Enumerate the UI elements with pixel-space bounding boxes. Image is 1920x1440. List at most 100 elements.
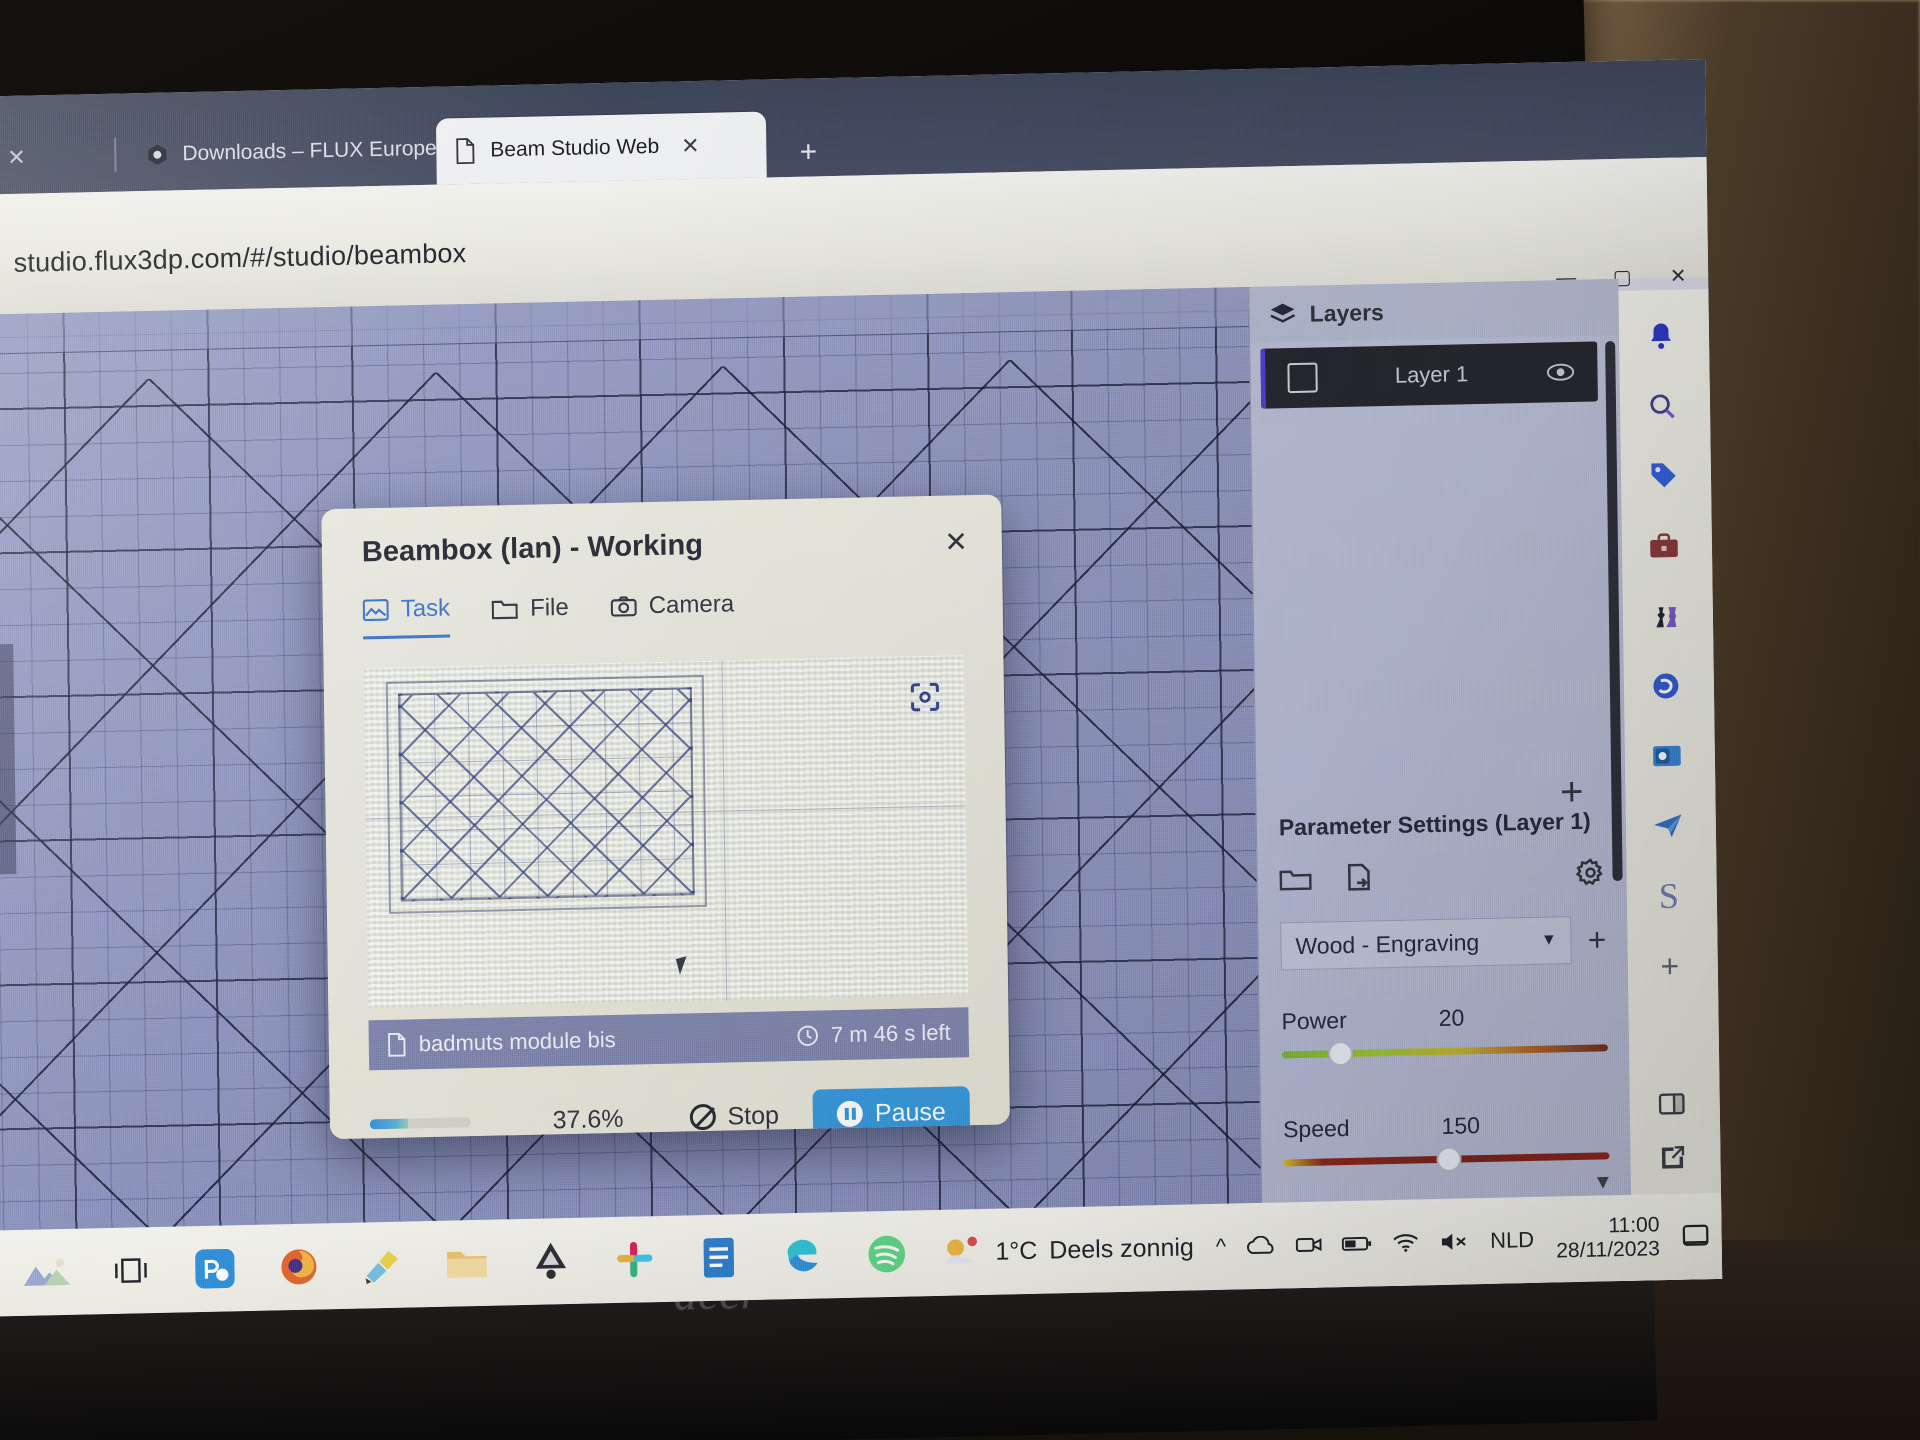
power-value: 20	[1438, 1004, 1465, 1031]
notifications-bell-icon[interactable]	[1629, 307, 1694, 364]
add-sidebar-icon[interactable]: +	[1637, 937, 1702, 994]
preset-select[interactable]: Wood - Engraving ▼	[1280, 916, 1573, 971]
tab-label: Camera	[648, 589, 735, 619]
clock-icon	[797, 1025, 819, 1047]
layer-color-swatch[interactable]	[1287, 362, 1318, 394]
parameter-icon-row	[1257, 857, 1627, 895]
stop-button[interactable]: Stop	[689, 1101, 779, 1132]
speed-value: 150	[1441, 1112, 1481, 1139]
photograph-of-laptop-screen: acer - Zoeken ✕ Downloads – FLUX Europe …	[0, 0, 1920, 1440]
outlook-icon[interactable]	[1635, 727, 1700, 784]
inkscape-icon[interactable]	[526, 1230, 577, 1293]
job-file-bar: badmuts module bis 7 m 46 s left	[368, 1007, 970, 1071]
copilot-icon[interactable]	[1634, 657, 1699, 714]
weather-icon	[941, 1234, 983, 1271]
send-icon[interactable]	[1635, 797, 1700, 854]
tab-title: Beam Studio Web	[490, 134, 660, 162]
add-preset-button[interactable]: +	[1588, 921, 1607, 958]
eye-visibility-icon[interactable]	[1545, 362, 1575, 383]
tab-task[interactable]: Task	[362, 594, 451, 640]
parameter-settings-title: Parameter Settings (Layer 1)	[1278, 807, 1591, 841]
taskbar-system-tray: 1°C Deels zonnig ^ NLD 11:00 28/11/2023	[941, 1193, 1710, 1296]
taskbar-clock[interactable]: 11:00 28/11/2023	[1556, 1213, 1660, 1264]
language-indicator[interactable]: NLD	[1490, 1227, 1534, 1254]
clock-date: 28/11/2023	[1556, 1237, 1660, 1263]
skype-icon[interactable]: S	[1636, 867, 1701, 924]
export-preset-icon[interactable]	[1345, 863, 1373, 892]
toggle-panel-icon[interactable]	[1658, 1092, 1686, 1117]
speed-slider-knob[interactable]	[1436, 1146, 1462, 1173]
tab-camera[interactable]: Camera	[610, 589, 735, 633]
pause-label: Pause	[874, 1097, 946, 1127]
dialog-tabs: Task File Camera	[362, 588, 735, 640]
tab-title: Downloads – FLUX Europe	[182, 136, 437, 166]
layers-title: Layers	[1309, 298, 1385, 327]
preset-row: Wood - Engraving ▼ +	[1258, 915, 1629, 971]
layer-name: Layer 1	[1394, 361, 1469, 388]
speed-slider-block: Speed 150	[1261, 1109, 1632, 1173]
stop-icon	[689, 1103, 716, 1131]
layer-row-0[interactable]: Layer 1	[1260, 341, 1598, 409]
show-hidden-icons-chevron[interactable]: ^	[1216, 1234, 1227, 1260]
page-icon	[452, 138, 478, 165]
laptop: acer - Zoeken ✕ Downloads – FLUX Europe …	[0, 0, 1856, 1440]
paint-icon[interactable]	[358, 1234, 409, 1297]
firefox-icon[interactable]	[274, 1235, 325, 1298]
spotify-icon[interactable]	[862, 1223, 913, 1286]
onedrive-icon[interactable]	[1246, 1235, 1276, 1257]
beam-studio-right-panel: Layers Layer 1 + Parameter Settings (Lay…	[1248, 278, 1632, 1247]
search-icon[interactable]	[1630, 377, 1695, 434]
speed-slider-track[interactable]	[1283, 1146, 1610, 1173]
weather-widget-icon[interactable]	[22, 1241, 73, 1304]
parameter-settings-gear-icon[interactable]	[1575, 857, 1605, 888]
photos-icon[interactable]	[190, 1237, 241, 1300]
tab-label: Task	[400, 594, 451, 623]
layers-icon	[1270, 302, 1296, 327]
wifi-icon[interactable]	[1392, 1232, 1420, 1253]
mouse-cursor	[675, 956, 691, 975]
layers-panel-header: Layers	[1249, 278, 1620, 343]
job-preview-image[interactable]	[363, 655, 969, 1009]
games-icon[interactable]	[1633, 587, 1698, 644]
panel-collapse-caret-icon[interactable]: ▼	[1593, 1171, 1613, 1194]
file-explorer-icon[interactable]	[442, 1232, 493, 1295]
new-tab-button[interactable]: +	[786, 130, 831, 175]
battery-icon[interactable]	[1342, 1234, 1372, 1253]
volume-muted-icon[interactable]	[1440, 1231, 1470, 1252]
camera-privacy-icon[interactable]	[1296, 1235, 1323, 1256]
close-icon[interactable]: ✕	[0, 145, 26, 172]
clock-time: 11:00	[1608, 1213, 1660, 1238]
shopping-tag-icon[interactable]	[1631, 447, 1696, 504]
weather-condition: Deels zonnig	[1049, 1232, 1195, 1265]
flux-logo-icon	[144, 141, 170, 168]
camera-focus-icon[interactable]	[910, 682, 940, 713]
weather-indicator[interactable]: 1°C Deels zonnig	[941, 1229, 1194, 1271]
notification-center-icon[interactable]	[1681, 1223, 1709, 1250]
close-icon[interactable]: ✕	[944, 525, 968, 559]
preset-value: Wood - Engraving	[1295, 928, 1480, 959]
machine-monitor-dialog: Beambox (lan) - Working ✕ Task File Came…	[321, 494, 1010, 1140]
browser-tab-0[interactable]: - Zoeken ✕	[0, 120, 107, 197]
power-slider-block: Power 20	[1259, 1001, 1630, 1067]
edge-icon[interactable]	[778, 1224, 829, 1287]
tray-icons: ^ NLD	[1216, 1227, 1535, 1260]
folder-icon[interactable]	[1279, 866, 1312, 893]
tab-file[interactable]: File	[491, 593, 569, 635]
preview-bed-line-vertical	[721, 660, 728, 1001]
browser-tab-2[interactable]: Beam Studio Web ✕	[435, 111, 767, 185]
tools-briefcase-icon[interactable]	[1632, 517, 1697, 574]
file-icon	[387, 1032, 407, 1057]
close-icon[interactable]: ✕	[671, 133, 700, 160]
panel-scrollbar[interactable]	[1605, 340, 1623, 882]
task-view-icon[interactable]	[106, 1239, 157, 1302]
word-icon[interactable]	[694, 1226, 745, 1289]
power-slider-knob[interactable]	[1327, 1040, 1353, 1067]
job-time-left: 7 m 46 s left	[830, 1019, 951, 1048]
browser-tab-1[interactable]: Downloads – FLUX Europe ✕	[128, 113, 477, 192]
tab-label: File	[529, 593, 569, 622]
chevron-down-icon: ▼	[1540, 931, 1557, 949]
dialog-title: Beambox (lan) - Working	[361, 528, 704, 569]
open-external-icon[interactable]	[1658, 1144, 1686, 1173]
slack-icon[interactable]	[610, 1228, 661, 1291]
power-slider-track[interactable]	[1281, 1040, 1609, 1067]
